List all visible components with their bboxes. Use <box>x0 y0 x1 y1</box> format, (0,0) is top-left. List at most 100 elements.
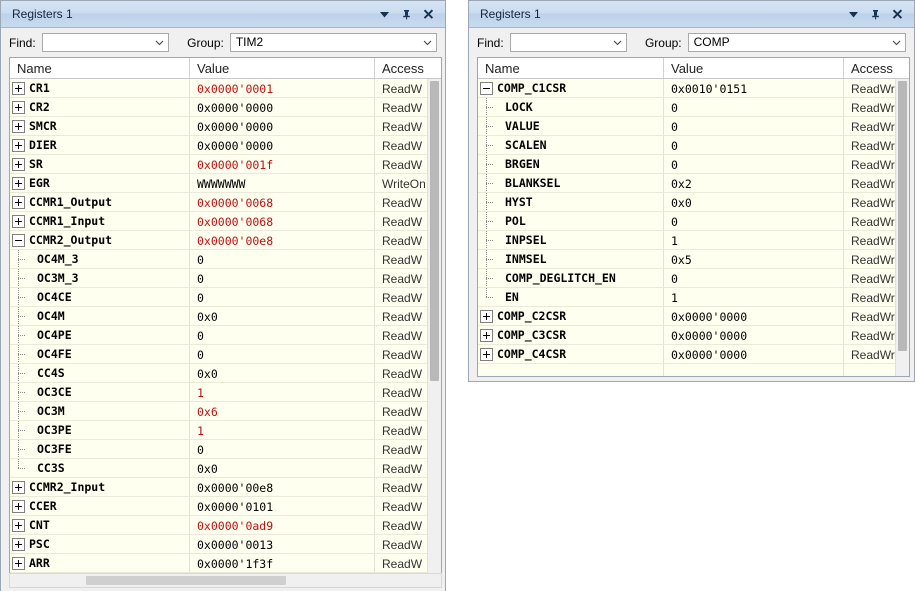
cell-name[interactable]: CR2 <box>10 98 190 116</box>
table-row[interactable]: OC4M0x0ReadW <box>10 307 441 326</box>
pin-icon[interactable] <box>400 8 413 21</box>
chevron-down-icon[interactable] <box>609 37 626 48</box>
cell-name[interactable]: CC4S <box>10 364 190 382</box>
group-select[interactable]: COMP <box>688 33 906 52</box>
table-row[interactable]: OC4M_30ReadW <box>10 250 441 269</box>
pin-icon[interactable] <box>869 8 882 21</box>
horizontal-scrollbar-left[interactable] <box>9 573 442 588</box>
vertical-scrollbar-right[interactable] <box>895 79 909 376</box>
cell-name[interactable]: INPSEL <box>478 231 664 249</box>
cell-name[interactable]: CC3S <box>10 459 190 477</box>
find-input[interactable] <box>42 33 169 52</box>
cell-name[interactable]: OC4M_3 <box>10 250 190 268</box>
table-row[interactable]: OC4FE0ReadW <box>10 345 441 364</box>
cell-value[interactable]: 0 <box>190 326 375 344</box>
cell-value[interactable]: 0x0000'0000 <box>190 98 375 116</box>
table-row[interactable]: COMP_C1CSR0x0010'0151ReadWrite <box>478 79 909 98</box>
cell-value[interactable]: 0 <box>190 269 375 287</box>
chevron-down-icon[interactable] <box>151 37 168 48</box>
expand-icon[interactable] <box>12 196 25 209</box>
table-row[interactable]: CCMR2_Input0x0000'00e8ReadW <box>10 478 441 497</box>
expand-icon[interactable] <box>12 481 25 494</box>
vertical-scrollbar-left[interactable] <box>427 79 441 573</box>
expand-icon[interactable] <box>12 82 25 95</box>
cell-name[interactable]: OC4PE <box>10 326 190 344</box>
table-row[interactable]: BRGEN0ReadWrite <box>478 155 909 174</box>
table-row[interactable]: CNT0x0000'0ad9ReadW <box>10 516 441 535</box>
cell-value[interactable]: 0x0 <box>664 193 844 211</box>
expand-icon[interactable] <box>480 348 493 361</box>
cell-value[interactable]: 0 <box>190 345 375 363</box>
expand-icon[interactable] <box>12 101 25 114</box>
cell-name[interactable]: BRGEN <box>478 155 664 173</box>
expand-icon[interactable] <box>12 177 25 190</box>
cell-value[interactable]: 0x0000'0000 <box>190 136 375 154</box>
cell-name[interactable]: CCMR2_Input <box>10 478 190 496</box>
cell-value[interactable]: 0x0 <box>190 307 375 325</box>
cell-value[interactable]: WWWWWWW <box>190 174 375 192</box>
cell-name[interactable]: CR1 <box>10 79 190 97</box>
chevron-down-icon[interactable] <box>378 8 391 21</box>
cell-value[interactable]: 0 <box>664 98 844 116</box>
column-header-name[interactable]: Name <box>478 58 664 78</box>
cell-name[interactable]: OC3FE <box>10 440 190 458</box>
table-row[interactable]: CCMR2_Output0x0000'00e8ReadW <box>10 231 441 250</box>
cell-value[interactable]: 0 <box>664 136 844 154</box>
cell-name[interactable]: OC3M <box>10 402 190 420</box>
cell-value[interactable]: 0 <box>664 117 844 135</box>
cell-name[interactable]: POL <box>478 212 664 230</box>
close-icon[interactable] <box>422 8 435 21</box>
table-row[interactable]: POL0ReadWrite <box>478 212 909 231</box>
cell-value[interactable]: 0 <box>664 155 844 173</box>
column-header-access[interactable]: Access <box>375 58 430 78</box>
table-row[interactable]: EN1ReadWrite <box>478 288 909 307</box>
chevron-down-icon[interactable] <box>419 37 436 48</box>
cell-value[interactable]: 0x2 <box>664 174 844 192</box>
cell-value[interactable]: 0x0 <box>190 459 375 477</box>
table-row[interactable]: CCER0x0000'0101ReadW <box>10 497 441 516</box>
group-select[interactable]: TIM2 <box>230 33 437 52</box>
cell-name[interactable]: DIER <box>10 136 190 154</box>
cell-value[interactable]: 0x0000'1f3f <box>190 554 375 572</box>
collapse-icon[interactable] <box>12 234 25 247</box>
cell-name[interactable]: OC3CE <box>10 383 190 401</box>
cell-value[interactable]: 0x0000'0000 <box>664 326 844 344</box>
cell-value[interactable]: 0 <box>664 269 844 287</box>
table-row[interactable]: EGRWWWWWWWWriteOn <box>10 174 441 193</box>
table-row[interactable]: CCMR1_Output0x0000'0068ReadW <box>10 193 441 212</box>
table-row[interactable]: COMP_C4CSR0x0000'0000ReadWrite <box>478 345 909 364</box>
cell-name[interactable]: LOCK <box>478 98 664 116</box>
cell-name[interactable]: OC4FE <box>10 345 190 363</box>
table-row[interactable]: OC3FE0ReadW <box>10 440 441 459</box>
cell-name[interactable]: SR <box>10 155 190 173</box>
table-row[interactable]: OC3M_30ReadW <box>10 269 441 288</box>
expand-icon[interactable] <box>12 120 25 133</box>
table-row[interactable]: CR20x0000'0000ReadW <box>10 98 441 117</box>
cell-value[interactable]: 0x0000'0068 <box>190 193 375 211</box>
cell-name[interactable]: COMP_C1CSR <box>478 79 664 97</box>
expand-icon[interactable] <box>12 139 25 152</box>
table-row[interactable]: COMP_C3CSR0x0000'0000ReadWrite <box>478 326 909 345</box>
cell-value[interactable]: 0x0010'0151 <box>664 79 844 97</box>
cell-value[interactable]: 0 <box>664 212 844 230</box>
table-row[interactable]: CR10x0000'0001ReadW <box>10 79 441 98</box>
table-row[interactable]: SCALEN0ReadWrite <box>478 136 909 155</box>
table-row[interactable]: OC3CE1ReadW <box>10 383 441 402</box>
expand-icon[interactable] <box>12 215 25 228</box>
cell-name[interactable]: HYST <box>478 193 664 211</box>
cell-name[interactable] <box>478 364 664 376</box>
horizontal-scrollbar-thumb[interactable] <box>86 576 286 585</box>
cell-value[interactable]: 0x0000'0ad9 <box>190 516 375 534</box>
table-row[interactable]: DIER0x0000'0000ReadW <box>10 136 441 155</box>
table-row[interactable]: PSC0x0000'0013ReadW <box>10 535 441 554</box>
cell-value[interactable]: 0x0000'001f <box>190 155 375 173</box>
chevron-down-icon[interactable] <box>847 8 860 21</box>
cell-value[interactable]: 0x0000'0013 <box>190 535 375 553</box>
table-row[interactable]: COMP_DEGLITCH_EN0ReadWrite <box>478 269 909 288</box>
cell-value[interactable]: 1 <box>190 421 375 439</box>
cell-name[interactable]: COMP_DEGLITCH_EN <box>478 269 664 287</box>
table-row[interactable]: INPSEL1ReadWrite <box>478 231 909 250</box>
collapse-icon[interactable] <box>480 82 493 95</box>
cell-name[interactable]: OC4M <box>10 307 190 325</box>
cell-name[interactable]: EN <box>478 288 664 306</box>
